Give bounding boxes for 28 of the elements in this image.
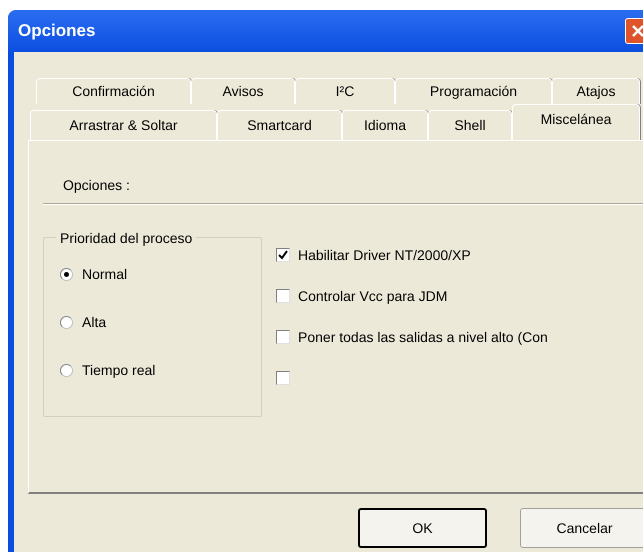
- radio-label: Normal: [82, 265, 128, 284]
- check-icon: [278, 250, 288, 260]
- tab[interactable]: Shell: [428, 110, 512, 140]
- tab[interactable]: Atajos: [552, 78, 640, 104]
- checkbox-label: Poner todas las salidas a nivel alto (Con: [298, 328, 548, 347]
- radio-label: Alta: [82, 313, 106, 332]
- tab[interactable]: Programación: [395, 78, 552, 104]
- checkbox[interactable]: [276, 371, 290, 385]
- checkbox-label: Controlar Vcc para JDM: [298, 286, 448, 306]
- tab[interactable]: Idioma: [342, 110, 428, 140]
- dialog-button[interactable]: OK: [358, 508, 487, 548]
- tab[interactable]: I²C: [295, 78, 395, 104]
- radio-button[interactable]: [60, 364, 73, 377]
- window-title: Opciones: [18, 20, 96, 42]
- dialog-button[interactable]: Cancelar: [520, 508, 643, 548]
- radio-button[interactable]: [60, 268, 73, 281]
- checkbox[interactable]: [276, 289, 290, 303]
- radio-label: Tiempo real: [82, 361, 156, 380]
- tab[interactable]: Confirmación: [36, 78, 191, 104]
- section-label: Opciones :: [63, 177, 130, 193]
- tab[interactable]: Arrastrar & Soltar: [30, 110, 217, 140]
- checkbox[interactable]: [276, 248, 290, 262]
- tab[interactable]: Miscelánea: [512, 104, 640, 140]
- checkbox-label: Habilitar Driver NT/2000/XP: [298, 246, 471, 264]
- tab[interactable]: Smartcard: [217, 110, 342, 140]
- tab[interactable]: Avisos: [191, 78, 295, 104]
- checkbox[interactable]: [276, 330, 290, 344]
- radio-button[interactable]: [60, 316, 73, 329]
